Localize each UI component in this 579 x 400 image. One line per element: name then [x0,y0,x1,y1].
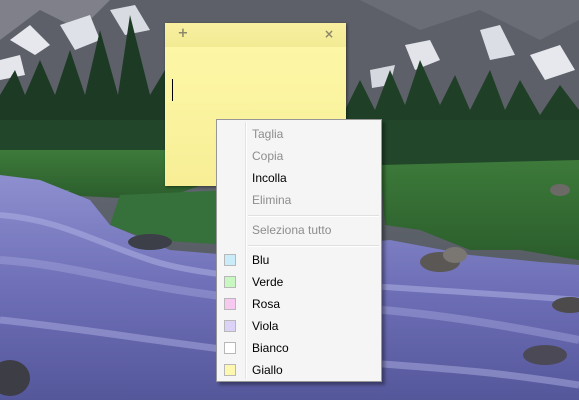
color-swatch-purple-icon [224,320,236,332]
menu-item-color-purple[interactable]: Viola [219,315,379,337]
color-swatch-blue-icon [224,254,236,266]
menu-item-label: Bianco [252,341,289,355]
menu-item-paste[interactable]: Incolla [219,167,379,189]
menu-separator [248,245,379,247]
add-note-icon[interactable]: + [175,26,191,42]
menu-item-label: Rosa [252,297,281,311]
menu-separator [248,215,379,217]
context-menu: Taglia Copia Incolla Elimina Seleziona t… [216,119,382,382]
menu-item-label: Incolla [252,171,287,185]
menu-item-label: Giallo [252,363,283,377]
menu-item-label: Taglia [252,127,284,141]
color-swatch-green-icon [224,276,236,288]
menu-item-select-all[interactable]: Seleziona tutto [219,219,379,241]
menu-item-label: Copia [252,149,284,163]
menu-item-label: Elimina [252,193,292,207]
menu-item-delete[interactable]: Elimina [219,189,379,211]
close-note-icon[interactable]: × [321,26,337,42]
menu-item-color-green[interactable]: Verde [219,271,379,293]
color-swatch-pink-icon [224,298,236,310]
color-swatch-white-icon [224,342,236,354]
menu-item-color-yellow[interactable]: Giallo [219,359,379,381]
menu-item-color-white[interactable]: Bianco [219,337,379,359]
menu-item-label: Blu [252,253,270,267]
menu-item-label: Seleziona tutto [252,223,332,237]
menu-item-color-blue[interactable]: Blu [219,249,379,271]
color-swatch-yellow-icon [224,364,236,376]
menu-item-cut[interactable]: Taglia [219,123,379,145]
menu-item-label: Verde [252,275,284,289]
menu-item-label: Viola [252,319,279,333]
menu-item-copy[interactable]: Copia [219,145,379,167]
sticky-note-header: + × [165,23,346,47]
text-caret [172,79,173,101]
menu-item-color-pink[interactable]: Rosa [219,293,379,315]
